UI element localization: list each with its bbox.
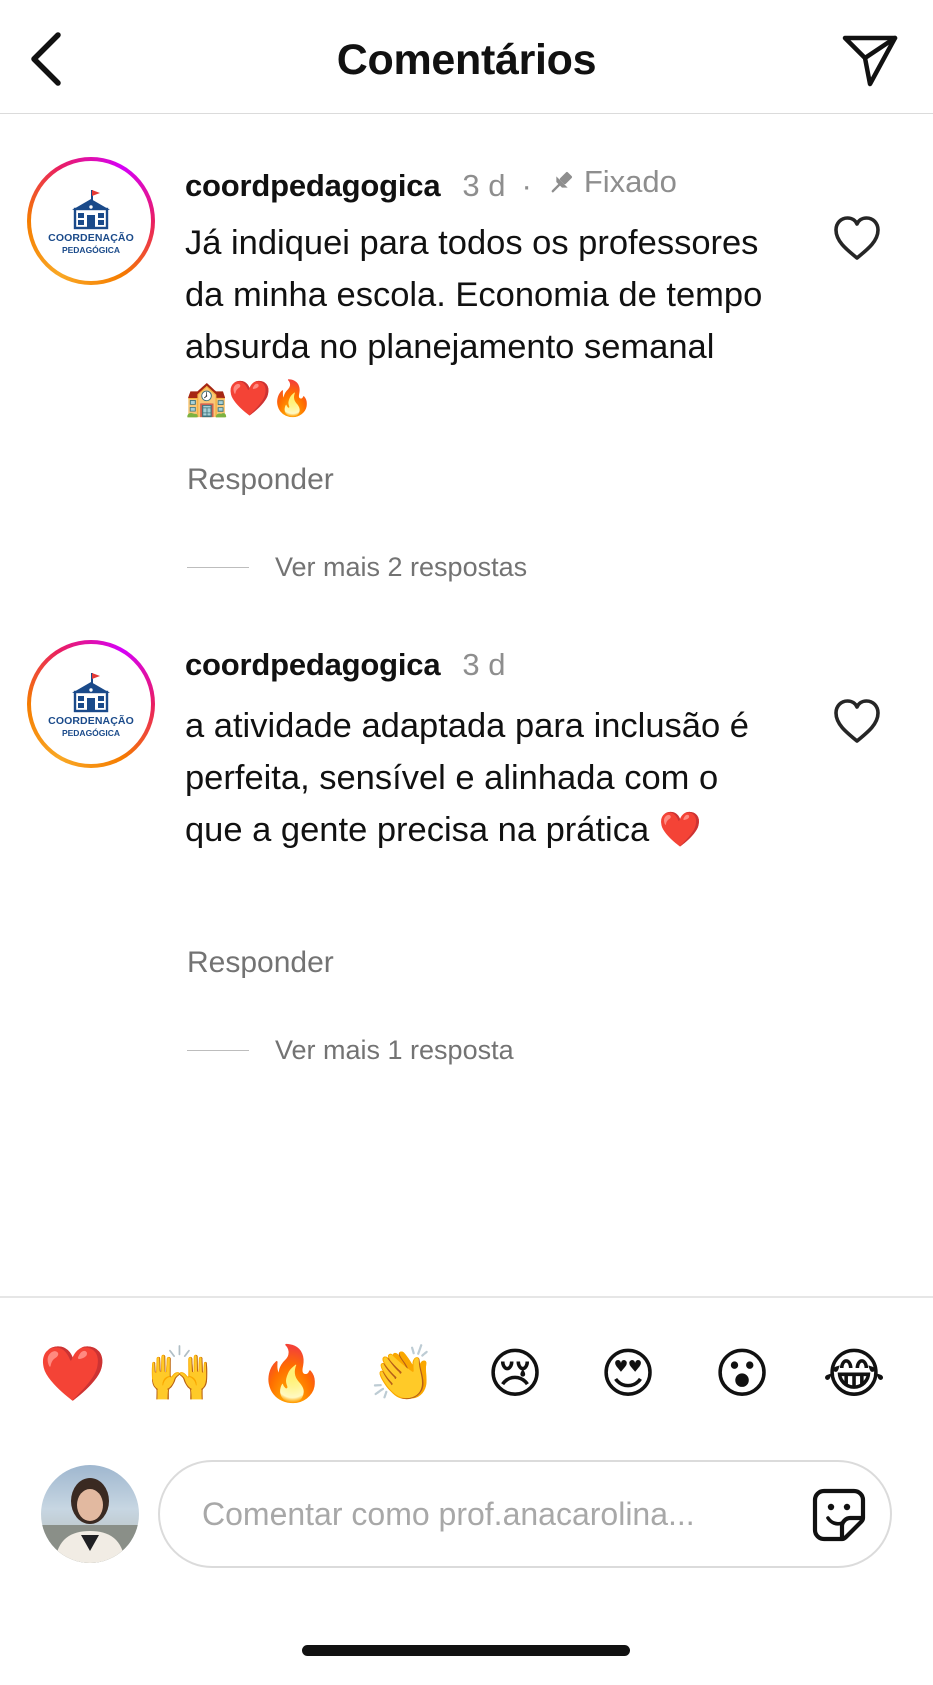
pinned-badge: Fixado [548, 164, 677, 200]
comment-meta: coordpedagogica 3 d [185, 647, 505, 683]
comment-time: 3 d [462, 647, 506, 682]
reaction-surprised[interactable]: 😮 [706, 1338, 778, 1410]
replies-line [187, 566, 249, 569]
avatar-label-line1: COORDENAÇÃO [48, 231, 134, 244]
comment-input-placeholder: Comentar como prof.anacarolina... [202, 1496, 695, 1532]
composer-divider [0, 1296, 933, 1298]
comment-input[interactable]: Comentar como prof.anacarolina... [158, 1460, 892, 1568]
avatar-label-line2: PEDAGÓGICA [61, 244, 121, 255]
view-more-replies-label: Ver mais 1 resposta [275, 1035, 514, 1065]
comment-time: 3 d [462, 168, 506, 203]
heart-icon [834, 216, 880, 260]
reply-button[interactable]: Responder [187, 946, 334, 980]
comment-text: Já indiquei para todos os professores da… [185, 224, 763, 418]
reaction-heart[interactable]: ❤️ [37, 1338, 109, 1410]
pinned-label: Fixado [583, 164, 677, 199]
view-more-replies-label: Ver mais 2 respostas [275, 552, 528, 582]
school-building-icon [72, 672, 110, 712]
view-more-replies[interactable]: Ver mais 1 resposta [187, 1035, 514, 1066]
send-icon [842, 35, 898, 87]
header-bar: Comentários [0, 0, 933, 114]
reaction-laughing[interactable]: 😂 [818, 1338, 890, 1410]
reaction-raised-hands[interactable]: 🙌 [144, 1338, 216, 1410]
like-button[interactable] [832, 214, 882, 262]
current-user-avatar[interactable] [41, 1465, 139, 1563]
comment-username[interactable]: coordpedagogica [185, 647, 441, 682]
reaction-heart-eyes[interactable]: 😍 [592, 1338, 664, 1410]
pin-icon [551, 172, 572, 193]
reaction-clapping[interactable]: 👏 [367, 1338, 439, 1410]
page-title: Comentários [336, 36, 597, 84]
avatar[interactable]: COORDENAÇÃO PEDAGÓGICA [27, 640, 155, 768]
user-photo [41, 1478, 139, 1563]
avatar-label-line2: PEDAGÓGICA [61, 727, 121, 738]
replies-line [187, 1049, 249, 1052]
reply-button[interactable]: Responder [187, 463, 334, 497]
sticker-icon [812, 1488, 866, 1542]
like-button[interactable] [832, 697, 882, 745]
quick-reactions-bar: ❤️ 🙌 🔥 👏 😢 😍 😮 😂 [0, 1338, 933, 1410]
heart-icon [834, 699, 880, 743]
avatar[interactable]: COORDENAÇÃO PEDAGÓGICA [27, 157, 155, 285]
avatar-label-line1: COORDENAÇÃO [48, 714, 134, 727]
school-building-icon [72, 189, 110, 229]
comment-username[interactable]: coordpedagogica [185, 168, 441, 203]
view-more-replies[interactable]: Ver mais 2 respostas [187, 552, 527, 583]
reaction-fire[interactable]: 🔥 [256, 1338, 328, 1410]
reaction-crying[interactable]: 😢 [479, 1338, 551, 1410]
comment-text: a atividade adaptada para inclusão é per… [185, 707, 749, 849]
meta-separator: · [521, 168, 532, 203]
home-indicator[interactable] [302, 1645, 630, 1656]
sticker-button[interactable] [810, 1486, 868, 1544]
comment-meta: coordpedagogica 3 d · Fixado [185, 164, 677, 204]
share-button[interactable] [837, 28, 903, 94]
